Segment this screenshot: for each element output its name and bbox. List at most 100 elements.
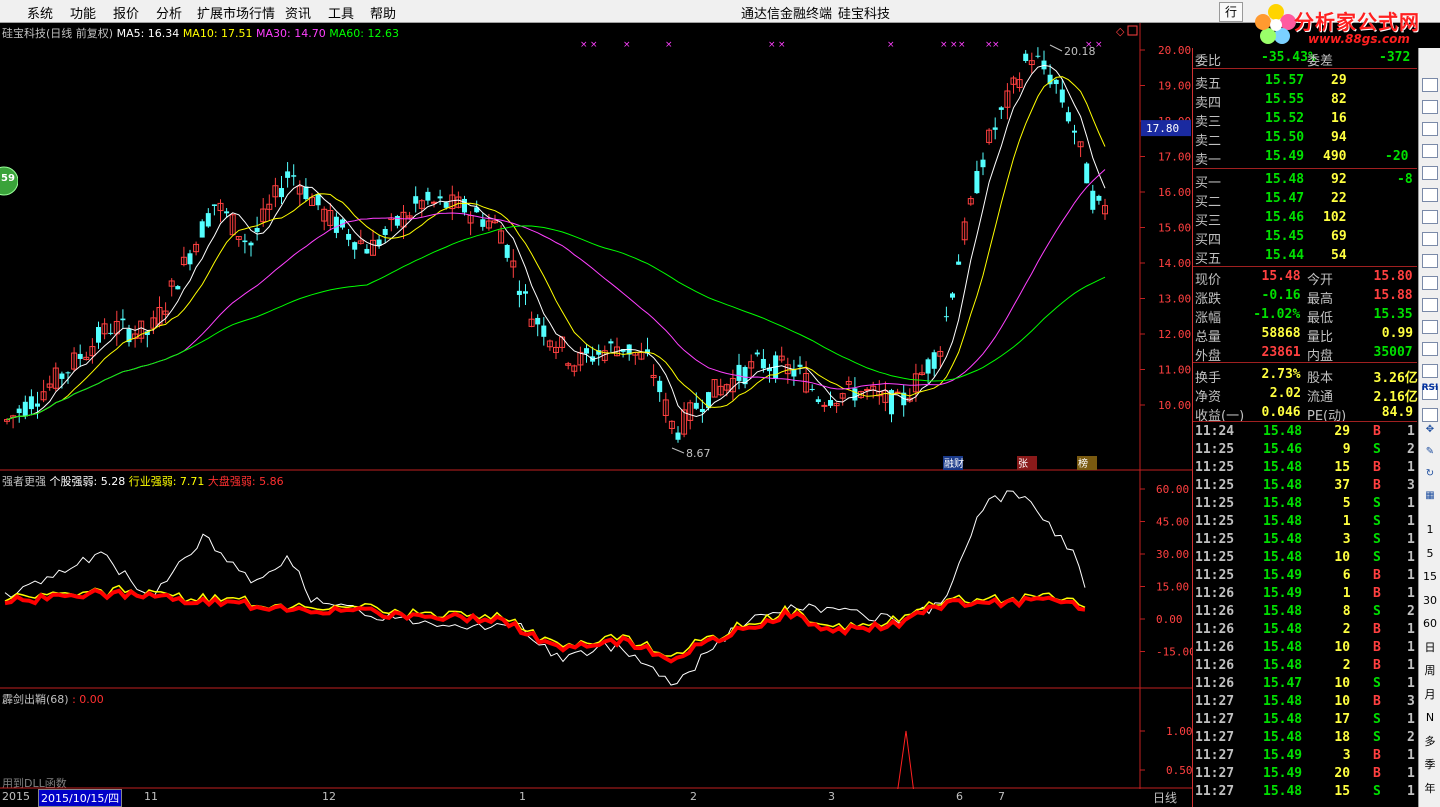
period-button[interactable]: 季 xyxy=(1421,757,1439,773)
toolbar-chart-icon[interactable] xyxy=(1422,342,1438,356)
menu-info[interactable]: 资讯 xyxy=(285,3,311,22)
tick-row: 11:26 15.48 8 S 2 xyxy=(1193,603,1417,622)
tick-row: 11:27 15.48 18 S 2 xyxy=(1193,729,1417,748)
ask-label: 卖一 xyxy=(1195,153,1222,168)
period-label[interactable]: 日线 xyxy=(1153,789,1177,806)
tick-time: 11:24 xyxy=(1195,424,1235,439)
event-tag-label: 张 xyxy=(1018,458,1028,470)
candle-body-down xyxy=(516,290,522,295)
period-button[interactable]: 周 xyxy=(1421,663,1439,679)
period-button[interactable]: 年 xyxy=(1421,781,1439,797)
tick-direction: S xyxy=(1373,676,1381,691)
stat-label: 最低 xyxy=(1307,311,1334,326)
candle-body-down xyxy=(96,327,101,343)
menu-analysis[interactable]: 分析 xyxy=(156,3,182,22)
toolbar-chart-icon[interactable] xyxy=(1422,320,1438,334)
chart-area[interactable]: 硅宝科技(日线 前复权) MA5: 16.34 MA10: 17.51 MA30… xyxy=(0,23,1192,807)
event-marker: × xyxy=(590,40,598,50)
stat-value: -0.16 xyxy=(1261,288,1301,303)
y-tick-label: 14.00 xyxy=(1158,257,1191,270)
toolbar-chart-icon[interactable] xyxy=(1422,122,1438,136)
stat-value: 2.16亿 xyxy=(1373,390,1418,405)
menu-quotes[interactable]: 报价 xyxy=(113,3,139,22)
menu-system[interactable]: 系统 xyxy=(27,3,53,22)
tick-count: 2 xyxy=(1407,604,1415,619)
period-button[interactable]: 1 xyxy=(1421,522,1439,538)
app-title: 通达信金融终端 xyxy=(741,7,833,22)
signal-indicator-chart[interactable]: 1.00 0.50 xyxy=(0,689,1192,789)
toolbar-chart-icon[interactable] xyxy=(1422,254,1438,268)
period-button[interactable]: 30 xyxy=(1421,593,1439,609)
menu-extended-market[interactable]: 扩展市场行情 xyxy=(197,3,275,22)
tick-price: 15.48 xyxy=(1263,496,1303,511)
bid-price: 15.47 xyxy=(1265,191,1305,206)
period-button[interactable]: 月 xyxy=(1421,687,1439,703)
toolbar-chart-icon[interactable] xyxy=(1422,166,1438,180)
candle-body-down xyxy=(693,402,699,409)
toolbar-chart-icon[interactable] xyxy=(1422,144,1438,158)
weibi-label: 委比 xyxy=(1195,54,1222,69)
tick-volume: 29 xyxy=(1334,424,1351,439)
tick-direction: S xyxy=(1373,550,1381,565)
cross-arrows-icon[interactable]: ✥ xyxy=(1421,422,1439,438)
grid-icon[interactable]: ▦ xyxy=(1421,488,1439,504)
tick-row: 11:26 15.48 10 B 1 xyxy=(1193,639,1417,658)
bid-volume: 54 xyxy=(1331,248,1347,263)
period-button[interactable]: 多 xyxy=(1421,734,1439,750)
tick-price: 15.46 xyxy=(1263,442,1303,457)
tick-count: 1 xyxy=(1407,568,1415,583)
logo-brand: 分析家公式网 xyxy=(1294,10,1420,34)
y-tick-label: 15.00 xyxy=(1158,222,1191,235)
menu-function[interactable]: 功能 xyxy=(70,3,96,22)
month-label: 2 xyxy=(690,790,697,803)
period-button[interactable]: 日 xyxy=(1421,640,1439,656)
selected-date[interactable]: 2015/10/15/四 xyxy=(38,789,123,807)
toolbar-chart-icon[interactable] xyxy=(1422,298,1438,312)
mode-button[interactable]: 行 xyxy=(1219,2,1243,22)
candlestick-chart[interactable]: 20.0019.0018.0017.0016.0015.0014.0013.00… xyxy=(0,23,1192,471)
event-marker: × xyxy=(1085,40,1093,50)
period-button[interactable]: 60 xyxy=(1421,616,1439,632)
rsi-button[interactable]: RSI xyxy=(1421,380,1439,396)
stat-value: 0.99 xyxy=(1381,326,1414,341)
menu-tools[interactable]: 工具 xyxy=(328,3,354,22)
refresh-icon[interactable]: ↻ xyxy=(1421,466,1439,482)
stat-value: 15.35 xyxy=(1373,307,1413,322)
tick-volume: 15 xyxy=(1334,460,1351,475)
divider xyxy=(1193,168,1417,169)
strength-indicator-chart[interactable]: 60.00 45.00 30.00 15.00 0.00 -15.00 xyxy=(0,471,1192,689)
period-button[interactable]: N xyxy=(1421,710,1439,726)
stat-label: 总量 xyxy=(1195,330,1222,345)
circle-badge[interactable]: 59 xyxy=(0,39,18,196)
tick-time: 11:25 xyxy=(1195,532,1235,547)
toolbar-chart-icon[interactable] xyxy=(1422,188,1438,202)
tick-time: 11:25 xyxy=(1195,514,1235,529)
candle-body-down xyxy=(852,388,858,401)
candle-body-down xyxy=(998,107,1004,110)
tick-row: 11:25 15.49 6 B 1 xyxy=(1193,567,1417,586)
toolbar-chart-icon[interactable] xyxy=(1422,232,1438,246)
event-marker: × xyxy=(940,40,948,50)
toolbar-chart-icon[interactable] xyxy=(1422,100,1438,114)
toolbar-chart-icon[interactable] xyxy=(1422,78,1438,92)
ask-label: 卖三 xyxy=(1195,115,1222,130)
pencil-icon[interactable]: ✎ xyxy=(1421,444,1439,460)
toolbar-chart-icon[interactable] xyxy=(1422,276,1438,290)
candle-body-down xyxy=(28,396,34,410)
toolbar-chart-icon[interactable] xyxy=(1422,408,1438,422)
period-button[interactable]: 5 xyxy=(1421,546,1439,562)
toolbar-chart-icon[interactable] xyxy=(1422,364,1438,378)
tick-count: 1 xyxy=(1407,550,1415,565)
candle-body-down xyxy=(535,317,541,325)
toolbar-chart-icon[interactable] xyxy=(1422,210,1438,224)
logo-url: www.88gs.com xyxy=(1308,32,1410,46)
menu-help[interactable]: 帮助 xyxy=(370,3,396,22)
tick-price: 15.48 xyxy=(1263,460,1303,475)
ask-change: -20 xyxy=(1385,149,1409,164)
candle-body-down xyxy=(205,213,211,227)
tick-direction: B xyxy=(1373,460,1381,475)
tick-direction: B xyxy=(1373,568,1381,583)
tick-volume: 10 xyxy=(1334,676,1351,691)
period-button[interactable]: 15 xyxy=(1421,569,1439,585)
candle-body-down xyxy=(242,240,248,243)
